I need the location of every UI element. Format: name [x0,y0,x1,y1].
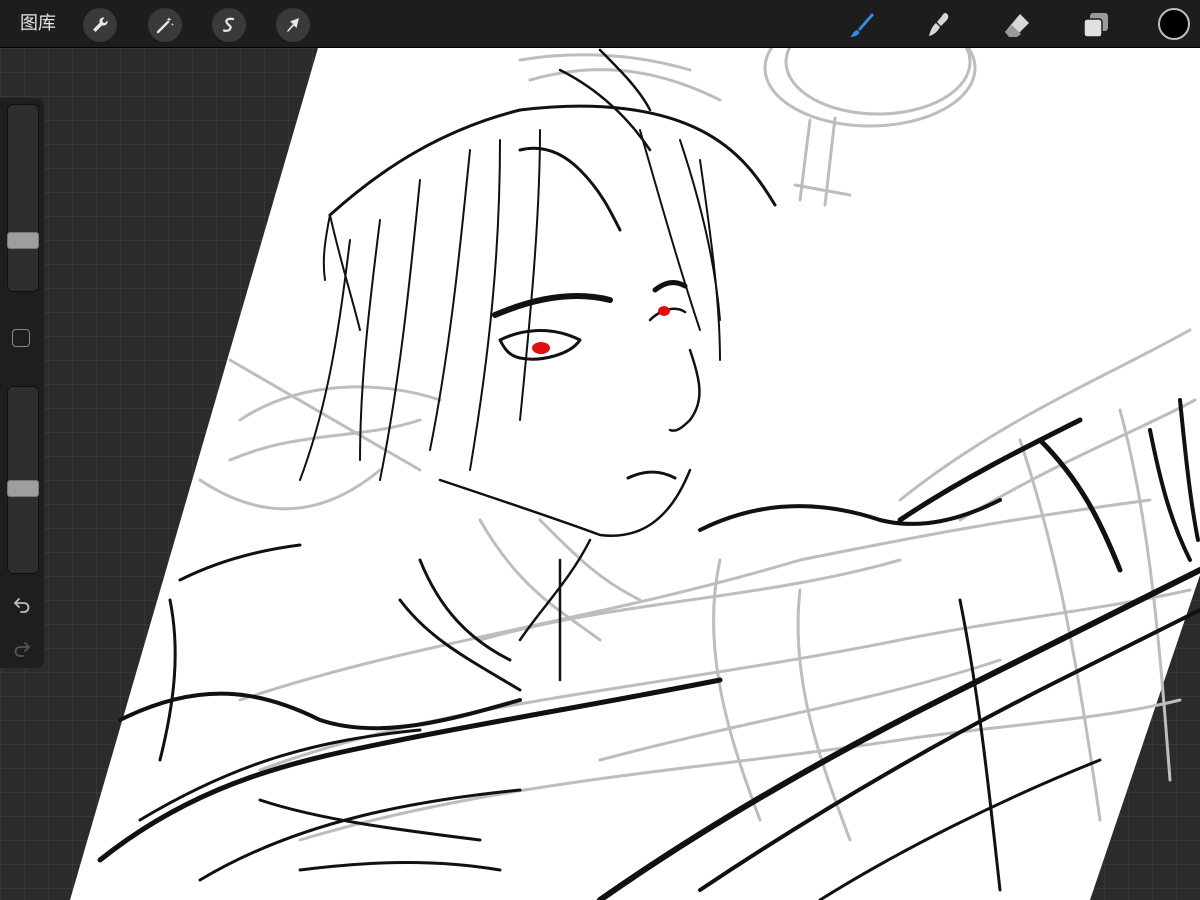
selection-button[interactable] [212,8,246,42]
brush-size-slider[interactable] [7,104,39,292]
selection-icon [222,17,235,32]
gallery-button[interactable]: 图库 [14,10,62,38]
modifier-square-icon[interactable] [12,329,30,347]
smudge-tool-button[interactable] [921,7,957,43]
layers-icon [1083,13,1108,38]
undo-icon [14,598,30,613]
magic-wand-icon [156,17,174,34]
undo-button[interactable] [10,592,34,616]
drawing-canvas[interactable] [0,48,1200,900]
arrow-cursor-icon [287,18,299,32]
smudge-icon [929,13,949,36]
redo-icon [14,642,30,657]
transform-button[interactable] [276,8,310,42]
opacity-slider-thumb[interactable] [7,480,39,497]
adjustments-button[interactable] [148,8,182,42]
brush-tool-button[interactable] [843,7,879,43]
eraser-icon [1005,14,1029,37]
actions-button[interactable] [83,8,117,42]
layers-button[interactable] [1078,7,1114,43]
redo-button[interactable] [10,636,34,660]
wrench-icon [93,17,108,32]
opacity-slider[interactable] [7,386,39,574]
brush-size-slider-thumb[interactable] [7,232,39,249]
top-toolbar: 图库 [0,0,1200,48]
color-swatch-button[interactable] [1158,8,1190,40]
eraser-tool-button[interactable] [999,7,1035,43]
brush-icon [850,13,874,37]
left-sidebar [0,98,44,668]
